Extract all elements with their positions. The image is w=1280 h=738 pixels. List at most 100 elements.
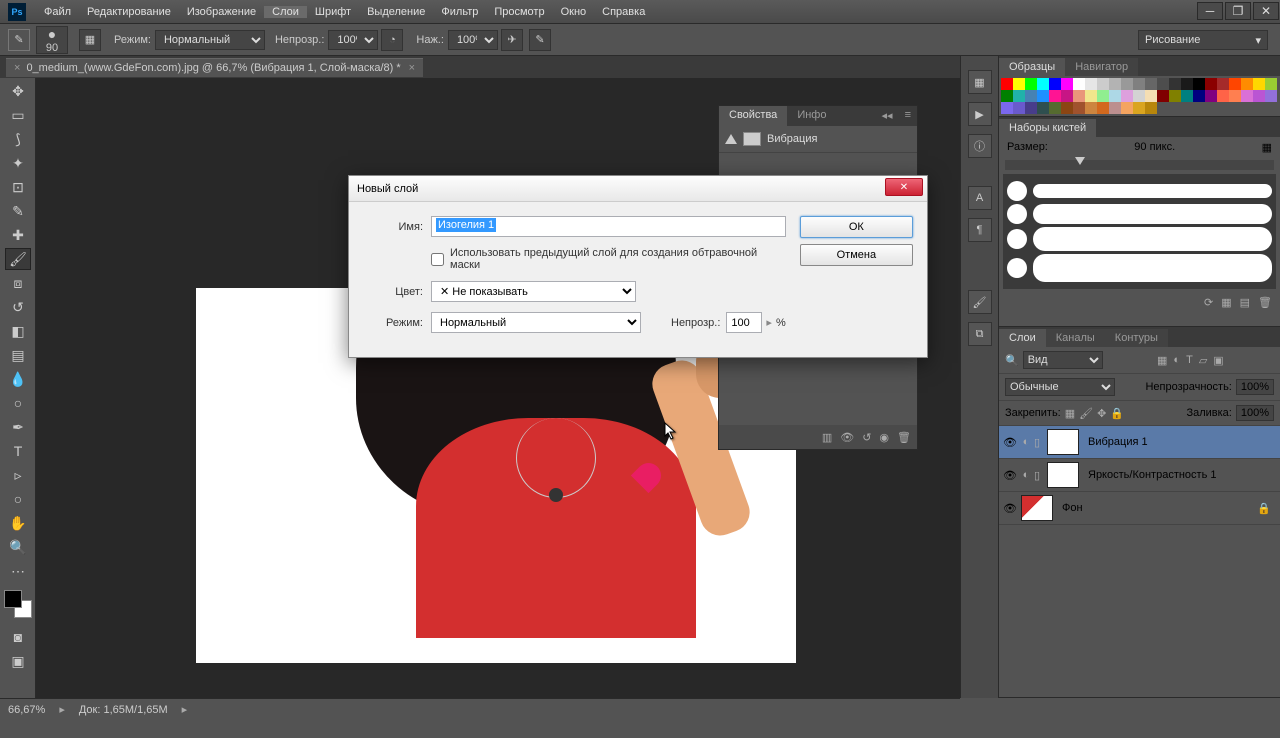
filter-smart-icon[interactable]: ▣ [1213,354,1223,367]
zoom-level[interactable]: 66,67% [8,704,45,716]
actions-dock-icon[interactable]: ▶ [968,102,992,126]
swatch-color[interactable] [1241,78,1253,90]
layer-name[interactable]: Яркость/Контрастность 1 [1082,469,1217,481]
path-selection-tool[interactable]: ▹ [5,464,31,486]
lasso-tool[interactable]: ⟆ [5,128,31,150]
swatch-color[interactable] [1097,90,1109,102]
swatch-color[interactable] [1037,90,1049,102]
swatch-color[interactable] [1181,90,1193,102]
paths-tab[interactable]: Контуры [1105,329,1168,347]
filter-adjust-icon[interactable]: ◐ [1173,354,1180,367]
dodge-tool[interactable]: ○ [5,392,31,414]
menu-изображение[interactable]: Изображение [179,6,264,18]
layer-opacity-value[interactable]: 100% [1236,379,1274,395]
swatch-color[interactable] [1217,90,1229,102]
swatch-color[interactable] [1061,78,1073,90]
gradient-tool[interactable]: ▤ [5,344,31,366]
info-tab[interactable]: Инфо [787,106,836,126]
eyedropper-tool[interactable]: ✎ [5,200,31,222]
layer-mode-select[interactable]: Нормальный [431,312,641,333]
history-brush-tool[interactable]: ↺ [5,296,31,318]
swatch-color[interactable] [1109,102,1121,114]
tablet-pressure-icon[interactable]: ✎ [529,29,551,51]
visibility-toggle[interactable]: 👁 [1002,502,1018,515]
reset-icon[interactable]: ↺ [862,431,871,444]
swatch-color[interactable] [1013,102,1025,114]
brush-panel-toggle[interactable]: ▦ [79,29,101,51]
swatch-grid[interactable] [999,76,1280,116]
blur-tool[interactable]: 💧 [5,368,31,390]
swatch-color[interactable] [1073,102,1085,114]
swatch-color[interactable] [1049,90,1061,102]
swatch-color[interactable] [1037,102,1049,114]
save-brush-icon[interactable]: ▤ [1240,296,1250,309]
menu-слои[interactable]: Слои [264,6,307,18]
brush-toggle-icon[interactable]: ▦ [1262,141,1272,154]
quick-mask-icon[interactable]: ◙ [5,626,31,648]
blend-mode-dropdown[interactable]: Обычные [1005,378,1115,396]
menu-файл[interactable]: Файл [36,6,79,18]
color-swatches[interactable] [4,590,32,618]
swatch-color[interactable] [1241,90,1253,102]
layer-row[interactable]: 👁Фон🔒 [999,492,1280,525]
swatch-color[interactable] [1001,90,1013,102]
swatch-color[interactable] [1133,102,1145,114]
layer-filter-select[interactable]: Вид [1023,351,1103,369]
menu-справка[interactable]: Справка [594,6,653,18]
new-brush-icon[interactable]: ▦ [1221,296,1231,309]
swatch-color[interactable] [1193,90,1205,102]
swatch-color[interactable] [1013,78,1025,90]
history-dock-icon[interactable]: ▦ [968,70,992,94]
swatch-color[interactable] [1169,78,1181,90]
visibility-toggle[interactable]: 👁 [1002,469,1018,482]
stamp-tool[interactable]: ⧈ [5,272,31,294]
ok-button[interactable]: ОК [800,216,913,238]
swatch-color[interactable] [1253,78,1265,90]
brush-size-slider[interactable] [1005,160,1274,170]
swatch-color[interactable] [1049,102,1061,114]
menu-шрифт[interactable]: Шрифт [307,6,359,18]
properties-tab[interactable]: Свойства [719,106,787,126]
navigator-tab[interactable]: Навигатор [1065,58,1138,76]
menu-фильтр[interactable]: Фильтр [433,6,486,18]
swatch-color[interactable] [1145,90,1157,102]
clipping-mask-checkbox[interactable] [431,253,444,266]
swatch-color[interactable] [1193,78,1205,90]
lock-position-icon[interactable]: ✥ [1097,407,1106,420]
filter-shape-icon[interactable]: ▱ [1199,354,1207,367]
brush-dock-icon[interactable]: 🖌 [968,290,992,314]
swatches-tab[interactable]: Образцы [999,58,1065,76]
crop-tool[interactable]: ⊡ [5,176,31,198]
layer-name[interactable]: Вибрация 1 [1082,436,1148,448]
filter-pixel-icon[interactable]: ▦ [1157,354,1167,367]
tool-preset-picker[interactable]: ✎ [8,29,30,51]
lock-pixels-icon[interactable]: 🖌 [1079,407,1093,420]
menu-просмотр[interactable]: Просмотр [486,6,552,18]
brush-option-icon[interactable]: ⟳ [1204,296,1213,309]
opacity-pressure-icon[interactable]: ◔ [381,29,403,51]
swatch-color[interactable] [1229,90,1241,102]
pen-tool[interactable]: ✒ [5,416,31,438]
swatch-color[interactable] [1205,78,1217,90]
layer-row[interactable]: 👁◐▯Вибрация 1 [999,426,1280,459]
panel-collapse-icon[interactable]: ◂◂ [876,106,899,126]
swatch-color[interactable] [1061,90,1073,102]
menu-редактирование[interactable]: Редактирование [79,6,179,18]
shape-tool[interactable]: ○ [5,488,31,510]
marquee-tool[interactable]: ▭ [5,104,31,126]
swatch-color[interactable] [1229,78,1241,90]
paragraph-dock-icon[interactable]: ¶ [968,218,992,242]
swatch-color[interactable] [1145,78,1157,90]
workspace-switcher[interactable]: Рисование▾ [1138,30,1268,50]
opacity-stepper-icon[interactable]: ▸ [766,316,772,329]
minimize-button[interactable]: ─ [1197,2,1223,20]
layer-color-select[interactable]: ✕ Не показывать [431,281,636,302]
document-tab[interactable]: × 0_medium_(www.GdeFon.com).jpg @ 66,7% … [6,58,423,77]
swatch-color[interactable] [1085,78,1097,90]
visibility-icon[interactable]: ◉ [879,431,889,444]
blend-mode-select[interactable]: Нормальный [155,30,265,50]
swatch-color[interactable] [1109,78,1121,90]
airbrush-icon[interactable]: ✈ [501,29,523,51]
swatch-color[interactable] [1061,102,1073,114]
foreground-color[interactable] [4,590,22,608]
